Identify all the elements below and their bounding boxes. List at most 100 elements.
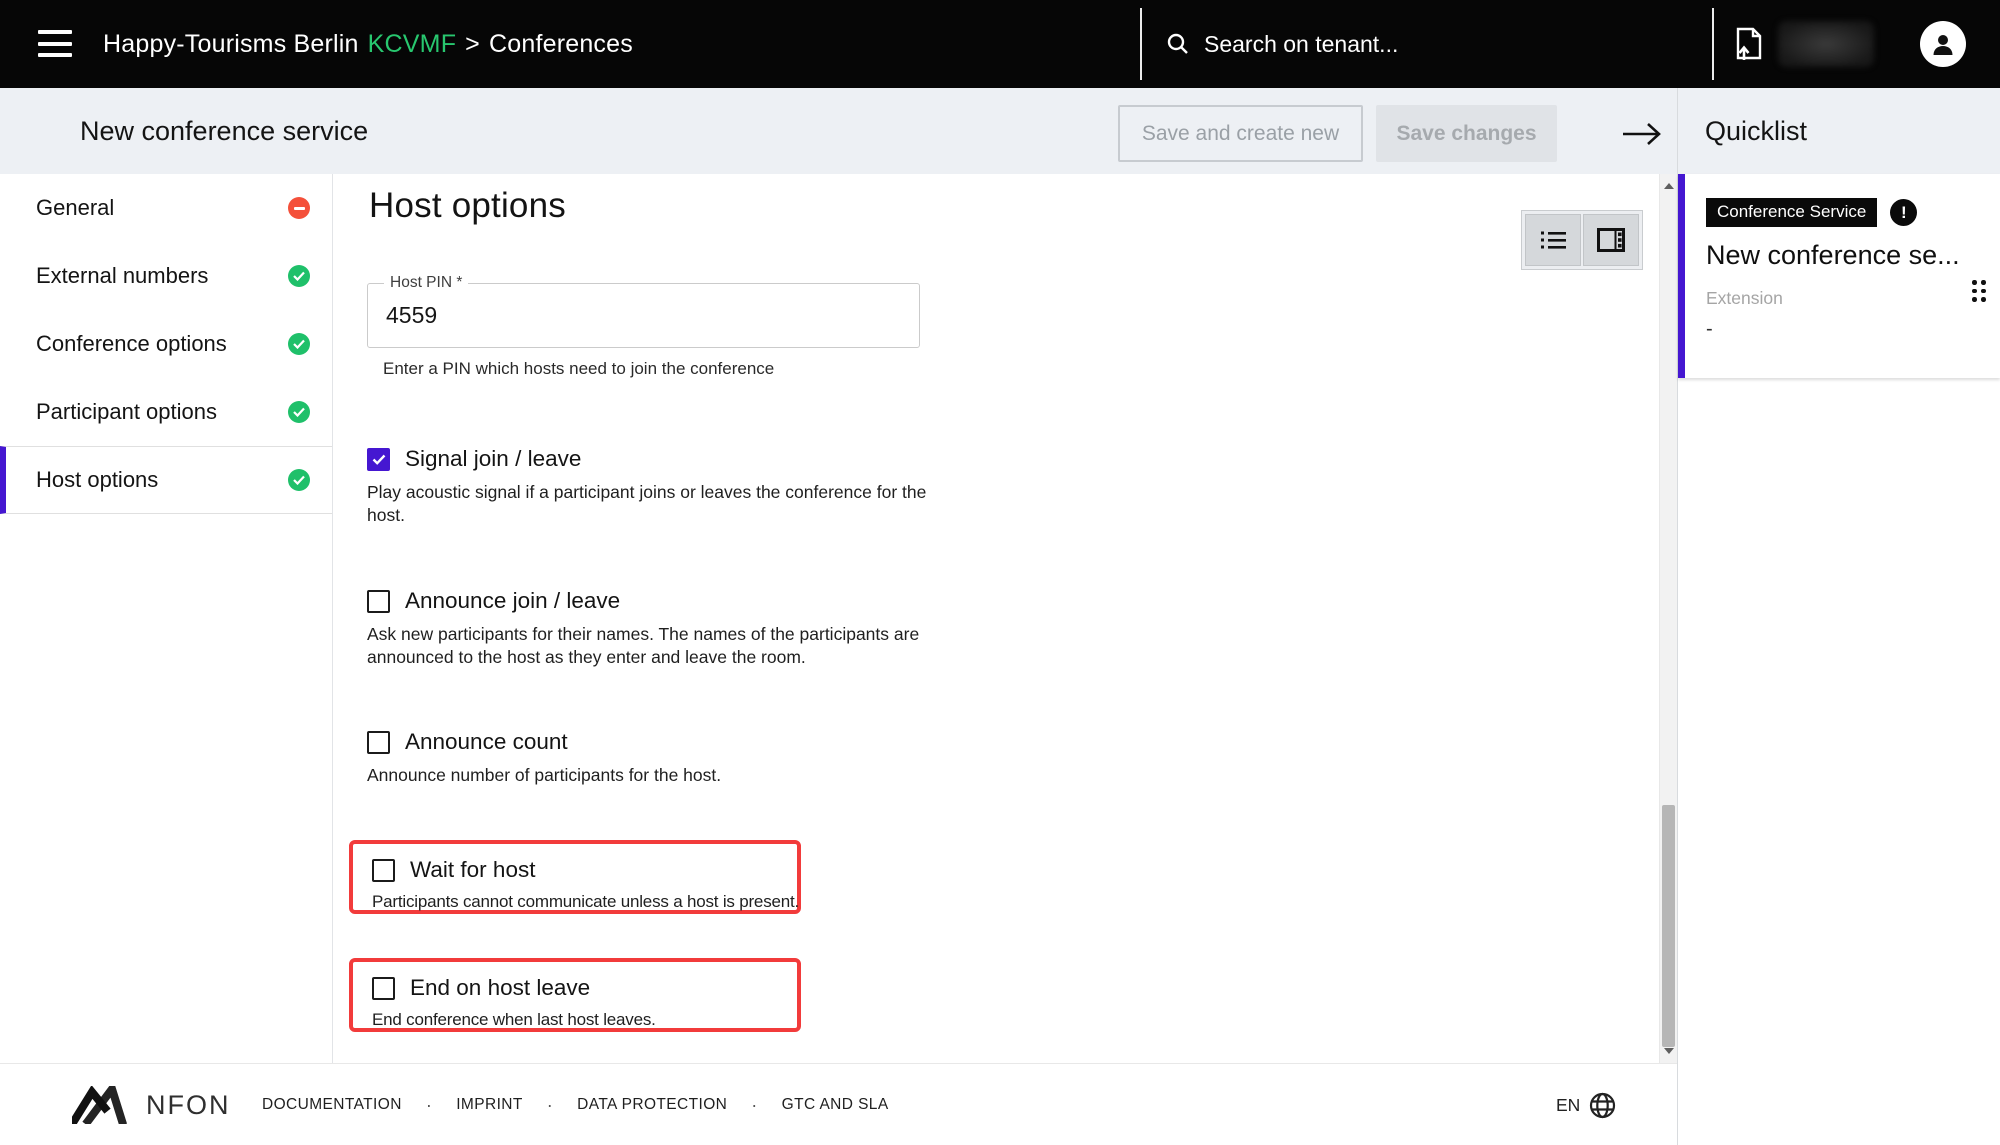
- app-root: Happy-Tourisms Berlin KCVMF > Conference…: [0, 0, 2000, 1145]
- save-and-create-new-button[interactable]: Save and create new: [1118, 105, 1363, 162]
- quicklist-card: Conference Service! New conference se...…: [1678, 174, 2000, 378]
- topbar-divider: [1140, 8, 1142, 80]
- option-description: Announce number of participants for the …: [367, 764, 721, 787]
- option-signal-join-leave: Signal join / leave Play acoustic signal…: [367, 446, 929, 527]
- breadcrumb-section: Conferences: [489, 30, 633, 59]
- sidebar-item-host-options[interactable]: Host options: [0, 446, 332, 514]
- detail-panel-icon: [1597, 228, 1625, 252]
- signal-join-leave-checkbox[interactable]: [367, 448, 390, 471]
- detail-view-button[interactable]: [1583, 214, 1639, 266]
- topbar-divider-2: [1712, 8, 1714, 80]
- breadcrumb-tenant-code: KCVMF: [368, 30, 457, 59]
- tenant-search: [1166, 0, 1634, 88]
- announce-count-checkbox[interactable]: [367, 731, 390, 754]
- end-on-host-leave-checkbox[interactable]: [372, 977, 395, 1000]
- card-field-value: -: [1706, 318, 1984, 341]
- footer-link-separator: ·: [547, 1095, 553, 1116]
- page-upload-icon[interactable]: [1734, 27, 1764, 68]
- wait-for-host-checkbox[interactable]: [372, 859, 395, 882]
- option-description: Ask new participants for their names. Th…: [367, 623, 929, 669]
- sidebar-item-label: General: [36, 195, 114, 221]
- nfon-logo-icon: [72, 1086, 136, 1124]
- footer-link-documentation[interactable]: DOCUMENTATION: [262, 1096, 402, 1114]
- announce-join-leave-checkbox[interactable]: [367, 590, 390, 613]
- option-head[interactable]: Announce join / leave: [367, 588, 929, 614]
- scrollbar-down-arrow[interactable]: [1664, 1048, 1674, 1054]
- sidebar-item-label: Conference options: [36, 331, 227, 357]
- scrollbar-thumb[interactable]: [1662, 805, 1675, 1047]
- option-head[interactable]: Signal join / leave: [367, 446, 929, 472]
- host-pin-helper-text: Enter a PIN which hosts need to join the…: [383, 359, 774, 379]
- sidebar-item-conference-options[interactable]: Conference options: [0, 310, 332, 378]
- option-announce-count: Announce count Announce number of partic…: [367, 729, 721, 787]
- list-icon: [1540, 229, 1567, 251]
- option-announce-join-leave: Announce join / leave Ask new participan…: [367, 588, 929, 669]
- sidebar-item-label: External numbers: [36, 263, 208, 289]
- status-error-icon: [288, 197, 310, 219]
- language-code: EN: [1556, 1095, 1580, 1116]
- person-icon: [1929, 30, 1957, 58]
- quicklist-title: Quicklist: [1705, 88, 1807, 174]
- sidebar-item-general[interactable]: General: [0, 174, 332, 242]
- sidebar-item-label: Participant options: [36, 399, 217, 425]
- status-ok-icon: [288, 333, 310, 355]
- sidebar-item-external-numbers[interactable]: External numbers: [0, 242, 332, 310]
- alert-icon: !: [1890, 199, 1917, 226]
- option-label: Signal join / leave: [405, 446, 581, 472]
- globe-icon: [1589, 1092, 1616, 1119]
- option-head[interactable]: End on host leave: [372, 975, 783, 1001]
- redacted-username: [1778, 21, 1874, 67]
- brand: NFON: [72, 1064, 231, 1145]
- sidebar-item-label: Host options: [36, 467, 158, 493]
- language-selector[interactable]: EN: [1556, 1064, 1616, 1145]
- status-ok-icon: [288, 265, 310, 287]
- status-ok-icon: [288, 401, 310, 423]
- drawer-toolbar: New conference service Save and create n…: [0, 88, 2000, 174]
- forward-arrow-button[interactable]: [1614, 112, 1670, 156]
- highlight-box-wait-for-host: Wait for host Participants cannot commun…: [349, 840, 801, 914]
- arrow-right-icon: [1621, 121, 1663, 147]
- search-icon: [1166, 32, 1190, 56]
- top-bar: Happy-Tourisms Berlin KCVMF > Conference…: [0, 0, 2000, 88]
- option-head[interactable]: Wait for host: [372, 857, 783, 883]
- host-pin-field: Host PIN *: [367, 283, 920, 348]
- option-description: Participants cannot communicate unless a…: [372, 890, 783, 913]
- footer-links: DOCUMENTATION · IMPRINT · DATA PROTECTIO…: [262, 1064, 889, 1145]
- footer-link-gtc-and-sla[interactable]: GTC AND SLA: [782, 1096, 889, 1114]
- footer-link-separator: ·: [751, 1095, 757, 1116]
- status-ok-icon: [288, 469, 310, 491]
- option-head[interactable]: Announce count: [367, 729, 721, 755]
- footer-link-data-protection[interactable]: DATA PROTECTION: [577, 1096, 727, 1114]
- page-title: Host options: [369, 186, 566, 226]
- drag-handle-icon[interactable]: [1972, 280, 1986, 302]
- card-type-badge: Conference Service: [1706, 198, 1877, 227]
- option-label: Announce count: [405, 729, 568, 755]
- option-description: Play acoustic signal if a participant jo…: [367, 481, 929, 527]
- sidebar-item-participant-options[interactable]: Participant options: [0, 378, 332, 446]
- footer-link-separator: ·: [426, 1095, 432, 1116]
- main-scrollbar[interactable]: [1659, 174, 1677, 1063]
- hamburger-menu-icon[interactable]: [38, 30, 72, 57]
- footer: NFON DOCUMENTATION · IMPRINT · DATA PROT…: [0, 1063, 1677, 1145]
- drawer-title: New conference service: [80, 88, 368, 174]
- breadcrumb-separator: >: [465, 30, 480, 59]
- card-title: New conference se...: [1706, 240, 1984, 271]
- option-label: Wait for host: [410, 857, 535, 883]
- brand-name: NFON: [146, 1090, 231, 1121]
- view-toggle: [1521, 210, 1643, 270]
- option-label: Announce join / leave: [405, 588, 620, 614]
- host-pin-input[interactable]: [386, 290, 896, 340]
- breadcrumb-tenant: Happy-Tourisms Berlin: [103, 30, 359, 59]
- breadcrumb[interactable]: Happy-Tourisms Berlin KCVMF > Conference…: [103, 0, 633, 88]
- highlight-box-end-on-host-leave: End on host leave End conference when la…: [349, 958, 801, 1032]
- save-changes-button[interactable]: Save changes: [1376, 105, 1557, 162]
- settings-nav: General External numbers Conference opti…: [0, 174, 333, 1063]
- option-description: End conference when last host leaves.: [372, 1008, 783, 1031]
- list-view-button[interactable]: [1525, 214, 1581, 266]
- user-avatar-button[interactable]: [1920, 21, 1966, 67]
- search-input[interactable]: [1204, 31, 1634, 58]
- option-label: End on host leave: [410, 975, 590, 1001]
- footer-link-imprint[interactable]: IMPRINT: [456, 1096, 523, 1114]
- scrollbar-up-arrow[interactable]: [1664, 183, 1674, 189]
- card-field-label: Extension: [1706, 288, 1984, 309]
